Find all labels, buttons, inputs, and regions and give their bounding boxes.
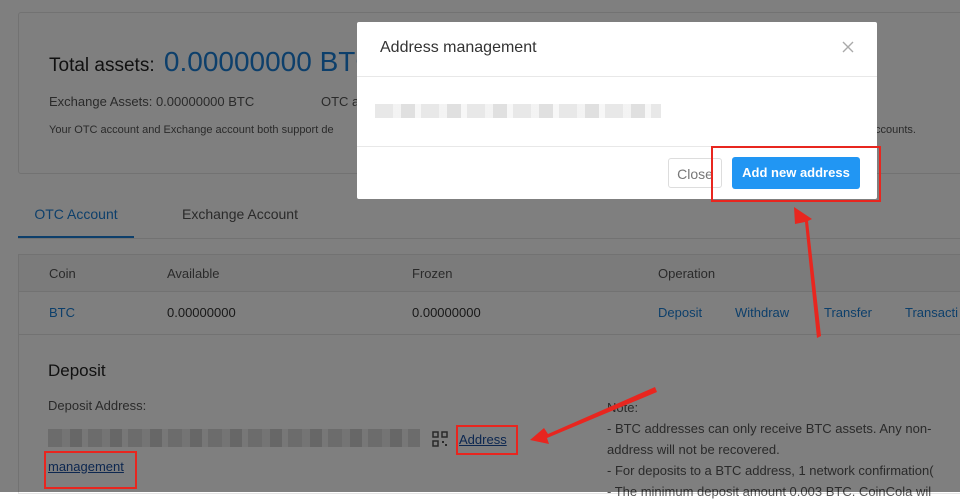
annotation-arrow-left (530, 387, 657, 444)
annotation-arrow-up (794, 207, 821, 338)
annotation-arrows (530, 207, 821, 444)
